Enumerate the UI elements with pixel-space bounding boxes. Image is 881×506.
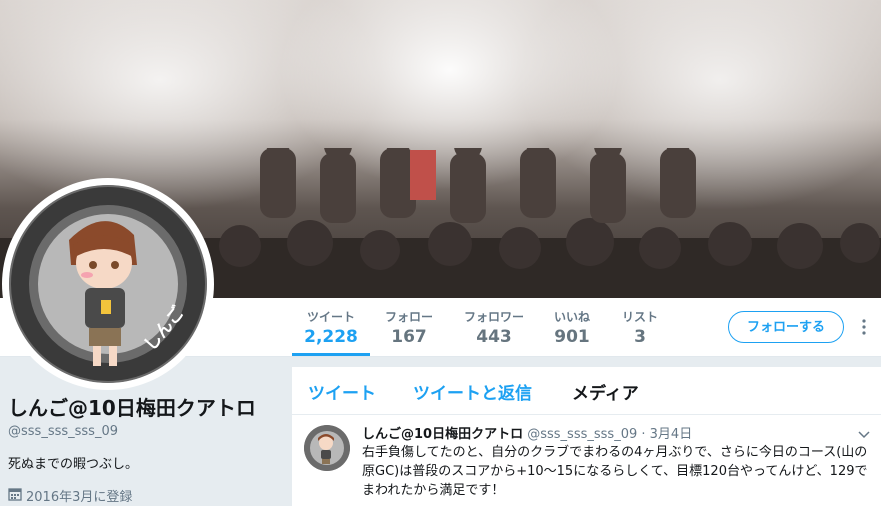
stat-lists[interactable]: リスト 3 [614,308,666,347]
tweet-date[interactable]: 3月4日 [650,427,693,442]
timeline: ツイート ツイートと返信 メディア しんご@10日梅田クアトロ @sss_sss… [292,367,881,506]
stat-lists-label: リスト [621,310,658,324]
tweet[interactable]: しんご@10日梅田クアトロ @sss_sss_sss_09 · 3月4日 右手負… [292,415,881,506]
stat-likes-value: 901 [554,327,590,347]
stat-followers-value: 443 [476,327,512,347]
tweet-author-name[interactable]: しんご@10日梅田クアトロ [362,427,523,442]
tweet-text: 右手負傷してたのと、自分のクラブでまわるの4ヶ月ぶりで、さらに今日のコース(山の… [362,445,868,498]
avatar-image: しんご [9,185,207,383]
timeline-tabs: ツイート ツイートと返信 メディア [292,367,881,415]
tweet-header: しんご@10日梅田クアトロ @sss_sss_sss_09 · 3月4日 [362,423,692,442]
stat-likes-label: いいね [553,310,590,324]
tweet-separator: · [641,427,646,442]
profile-name[interactable]: しんご@10日梅田クアトロ [8,392,278,421]
stat-following-label: フォロー [384,310,433,324]
profile-joined-text: 2016年3月に登録 [26,490,133,505]
profile-joined: 2016年3月に登録 [8,486,278,505]
tweet-avatar[interactable] [304,425,350,471]
calendar-icon [8,487,22,505]
tab-tweets[interactable]: ツイート [308,379,376,404]
profile-handle[interactable]: @sss_sss_sss_09 [8,424,278,439]
stat-likes[interactable]: いいね 901 [546,308,598,347]
tab-media[interactable]: メディア [572,379,639,404]
follow-button[interactable]: フォローする [728,311,844,343]
tab-tweets-and-replies[interactable]: ツイートと返信 [413,379,532,404]
chevron-down-icon[interactable] [858,424,870,439]
stat-followers[interactable]: フォロワー 443 [458,308,530,347]
stat-tweets[interactable]: ツイート 2,228 [292,308,370,356]
stat-lists-value: 3 [634,327,646,347]
profile-avatar[interactable]: しんご [2,178,214,390]
profile-bio: 死ぬまでの暇つぶし。 [8,457,139,472]
stat-following-value: 167 [391,327,427,347]
stat-followers-label: フォロワー [463,310,524,324]
stat-following[interactable]: フォロー 167 [376,308,442,347]
profile-info: しんご@10日梅田クアトロ @sss_sss_sss_09 死ぬまでの暇つぶし。… [8,392,278,505]
more-vertical-icon[interactable] [860,318,868,336]
stat-tweets-label: ツイート [306,310,355,324]
tweet-author-handle[interactable]: @sss_sss_sss_09 [527,427,637,442]
stat-tweets-value: 2,228 [304,327,358,347]
